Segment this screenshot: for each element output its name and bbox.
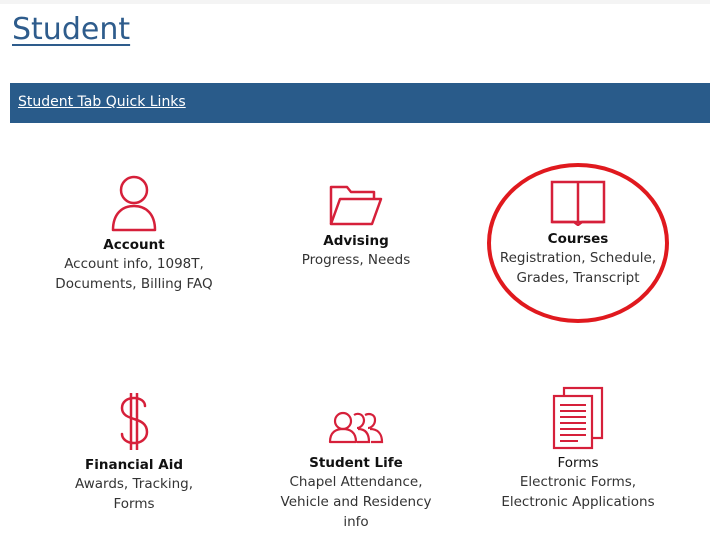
document-icon	[552, 386, 604, 450]
tile-courses[interactable]: Courses Registration, Schedule, Grades, …	[478, 180, 678, 288]
book-icon	[550, 180, 606, 226]
tile-desc-line: Documents, Billing FAQ	[55, 276, 213, 292]
tile-desc-line: Progress, Needs	[301, 252, 411, 268]
tile-desc-line: Vehicle and Residency	[280, 494, 432, 510]
tile-desc-line: Chapel Attendance,	[289, 474, 423, 490]
quick-links-link[interactable]: Student Tab Quick Links	[18, 94, 186, 110]
tile-desc-line: Account info, 1098T,	[64, 256, 204, 272]
tile-desc-line: Electronic Applications	[501, 494, 655, 510]
dollar-icon	[120, 393, 149, 450]
tile-desc-line: Grades, Transcript	[516, 270, 640, 286]
tile-desc-line: Forms	[113, 496, 155, 512]
tile-advising[interactable]: Advising Progress, Needs	[256, 182, 456, 270]
tile-title: Forms	[557, 455, 599, 471]
person-icon	[111, 175, 157, 232]
tile-title: Account	[103, 237, 165, 253]
page-title[interactable]: Student	[12, 10, 130, 50]
tile-title: Student Life	[309, 455, 403, 471]
tile-forms[interactable]: Forms Electronic Forms, Electronic Appli…	[478, 386, 678, 512]
tile-desc-line: Electronic Forms,	[519, 474, 637, 490]
tile-desc-line: Registration, Schedule,	[499, 250, 657, 266]
tile-financial-aid[interactable]: Financial Aid Awards, Tracking, Forms	[34, 392, 234, 514]
tile-title: Advising	[323, 233, 389, 249]
folder-icon	[329, 185, 383, 226]
tile-student-life[interactable]: Student Life Chapel Attendance, Vehicle …	[256, 410, 456, 532]
quick-links-bar: Student Tab Quick Links	[10, 83, 710, 123]
tile-desc-line: info	[343, 514, 369, 530]
top-border	[0, 0, 710, 4]
tile-desc-line: Awards, Tracking,	[75, 476, 193, 492]
tile-title: Courses	[547, 231, 609, 247]
tile-title: Financial Aid	[85, 457, 183, 473]
group-icon	[328, 411, 384, 444]
tile-account[interactable]: Account Account info, 1098T, Documents, …	[34, 174, 234, 294]
